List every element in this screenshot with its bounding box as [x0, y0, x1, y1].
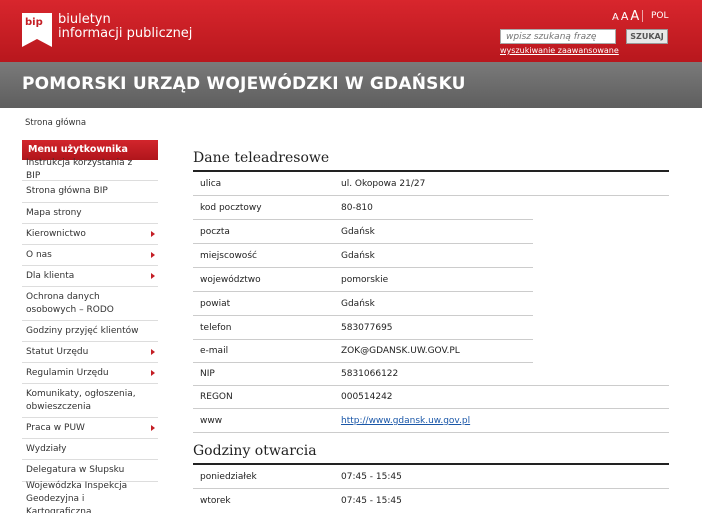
table-row: www http://www.gdansk.uw.gov.pl [193, 409, 669, 433]
row-value: 80-810 [341, 202, 373, 213]
sidebar-item-label: Wojewódzka Inspekcja Geodezyjna i Kartog… [26, 480, 128, 513]
sidebar-item-label: Dla klienta [26, 270, 75, 281]
sidebar-item-regulamin[interactable]: Regulamin Urzędu [22, 363, 158, 384]
advanced-search-link[interactable]: wyszukiwanie zaawansowane [500, 46, 619, 55]
sidebar-menu: Menu użytkownika Instrukcja korzystania … [22, 140, 158, 513]
row-label: miejscowość [200, 250, 257, 261]
table-row: poniedziałek 07:45 - 15:45 [193, 465, 669, 489]
font-size-large[interactable]: A [630, 9, 639, 24]
contact-table: ulica ul. Okopowa 21/27 kod pocztowy 80-81… [193, 172, 669, 433]
table-row: poczta Gdańsk [193, 220, 533, 244]
table-row: NIP 5831066122 [193, 363, 669, 386]
sidebar-item-label: Regulamin Urzędu [26, 367, 109, 378]
arrow-right-icon [151, 252, 155, 258]
sidebar-item-label: Delegatura w Słupsku [26, 465, 125, 475]
sidebar-item-instrukcja[interactable]: Instrukcja korzystania z BIP [22, 158, 158, 181]
hours-table: poniedziałek 07:45 - 15:45 wtorek 07:45 - … [193, 465, 669, 513]
sidebar-item-statut[interactable]: Statut Urzędu [22, 342, 158, 363]
page-title: POMORSKI URZĄD WOJEWÓDZKI W GDAŃSKU [22, 74, 466, 94]
language-link[interactable]: POL [651, 11, 669, 21]
sidebar-item-label: O nas [26, 249, 52, 260]
sidebar-item-label: Strona główna BIP [26, 186, 108, 196]
sidebar-item-label: Praca w PUW [26, 422, 85, 433]
table-row: powiat Gdańsk [193, 292, 533, 316]
row-value: Gdańsk [341, 226, 375, 237]
row-value: 07:45 - 15:45 [341, 496, 402, 506]
row-value: Gdańsk [341, 298, 375, 309]
row-label: www [200, 415, 223, 426]
logo-line-1: biuletyn [58, 12, 111, 27]
row-label: poczta [200, 226, 230, 237]
table-row: e-mail ZOK@GDANSK.UW.GOV.PL [193, 340, 533, 363]
sidebar-item-label: Mapa strony [26, 207, 82, 218]
sidebar-item-label: Kierownictwo [26, 228, 86, 239]
row-value: ZOK@GDANSK.UW.GOV.PL [341, 346, 460, 356]
row-label: telefon [200, 322, 232, 333]
bip-logo[interactable]: bip biuletyn informacji publicznej [22, 13, 192, 47]
font-size-small[interactable]: A [612, 12, 619, 23]
font-size-controls: AAA [612, 9, 641, 24]
row-label: REGON [200, 392, 233, 402]
table-row: kod pocztowy 80-810 [193, 196, 533, 220]
row-value: 5831066122 [341, 369, 399, 379]
sidebar-item-godziny[interactable]: Godziny przyjęć klientów [22, 321, 158, 342]
hours-section-title: Godziny otwarcia [193, 441, 669, 465]
row-value: 000514242 [341, 392, 393, 402]
logo-text: biuletyn informacji publicznej [58, 13, 192, 41]
sidebar-item-praca[interactable]: Praca w PUW [22, 418, 158, 439]
sidebar-item-wydzialy[interactable]: Wydziały [22, 439, 158, 460]
row-label: ulica [200, 178, 222, 189]
sidebar-item-label: Komunikaty, ogłoszenia, obwieszczenia [26, 388, 136, 412]
divider [642, 10, 643, 22]
sidebar-item-label: Ochrona danych osobowych – RODO [26, 291, 114, 315]
row-label: województwo [200, 274, 261, 285]
row-label: kod pocztowy [200, 202, 262, 213]
bip-logo-icon: bip [22, 13, 52, 47]
table-row: miejscowość Gdańsk [193, 244, 533, 268]
arrow-right-icon [151, 349, 155, 355]
table-row: województwo pomorskie [193, 268, 533, 292]
row-value: Gdańsk [341, 250, 375, 261]
search-input[interactable] [500, 29, 616, 44]
row-label: e-mail [200, 346, 229, 356]
row-label: powiat [200, 298, 231, 309]
row-label: NIP [200, 369, 215, 379]
main-content: Dane teleadresowe ulica ul. Okopowa 21/27… [193, 148, 669, 513]
row-value: 583077695 [341, 322, 393, 333]
table-row: REGON 000514242 [193, 386, 669, 409]
table-row: wtorek 07:45 - 15:45 [193, 489, 669, 513]
sidebar-item-mapa[interactable]: Mapa strony [22, 203, 158, 224]
arrow-right-icon [151, 425, 155, 431]
row-label: wtorek [200, 496, 231, 506]
search-button[interactable]: SZUKAJ [626, 29, 668, 44]
sidebar-item-strona-glowna[interactable]: Strona główna BIP [22, 181, 158, 203]
font-size-medium[interactable]: A [621, 10, 629, 23]
row-value: ul. Okopowa 21/27 [341, 178, 426, 189]
arrow-right-icon [151, 370, 155, 376]
sidebar-item-label: Wydziały [26, 443, 67, 454]
row-value: 07:45 - 15:45 [341, 471, 402, 482]
sidebar-item-rodo[interactable]: Ochrona danych osobowych – RODO [22, 287, 158, 321]
sidebar-item-kierownictwo[interactable]: Kierownictwo [22, 224, 158, 245]
sidebar-item-label: Statut Urzędu [26, 346, 89, 357]
logo-line-2: informacji publicznej [58, 26, 193, 41]
sidebar-item-o-nas[interactable]: O nas [22, 245, 158, 266]
contact-section-title: Dane teleadresowe [193, 148, 669, 172]
arrow-right-icon [151, 273, 155, 279]
sidebar-item-label: Instrukcja korzystania z BIP [26, 158, 133, 181]
banner: POMORSKI URZĄD WOJEWÓDZKI W GDAŃSKU [0, 62, 702, 108]
website-link[interactable]: http://www.gdansk.uw.gov.pl [341, 416, 470, 426]
table-row: ulica ul. Okopowa 21/27 [193, 172, 669, 196]
sidebar-item-inspekcja[interactable]: Wojewódzka Inspekcja Geodezyjna i Kartog… [22, 480, 158, 513]
sidebar-item-komunikaty[interactable]: Komunikaty, ogłoszenia, obwieszczenia [22, 384, 158, 418]
table-row: telefon 583077695 [193, 316, 533, 340]
header: bip biuletyn informacji publicznej AAA P… [0, 0, 702, 62]
sidebar-item-label: Godziny przyjęć klientów [26, 325, 139, 336]
arrow-right-icon [151, 231, 155, 237]
breadcrumb[interactable]: Strona główna [25, 118, 86, 128]
sidebar-item-dla-klienta[interactable]: Dla klienta [22, 266, 158, 287]
row-value: pomorskie [341, 274, 389, 285]
row-label: poniedziałek [200, 471, 257, 482]
